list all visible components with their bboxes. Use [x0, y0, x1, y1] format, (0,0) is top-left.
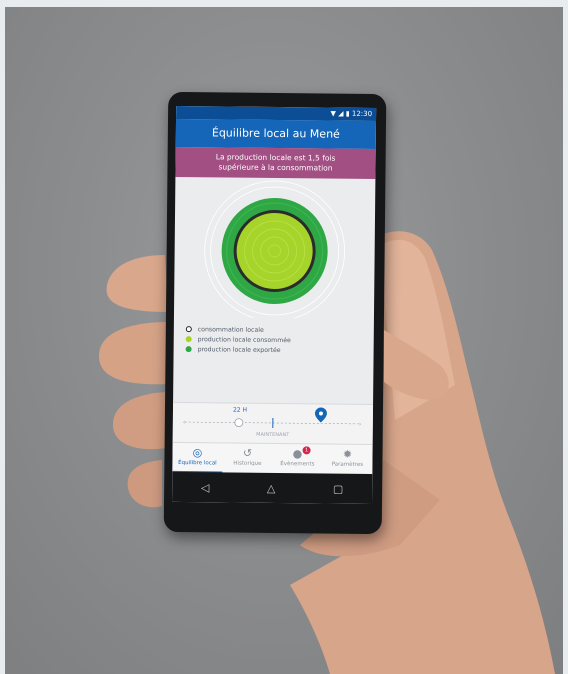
thumb: [384, 330, 449, 400]
photo-scene: ▼ ◢ ▮ 12:30 Équilibre local au Mené La p…: [0, 0, 568, 674]
